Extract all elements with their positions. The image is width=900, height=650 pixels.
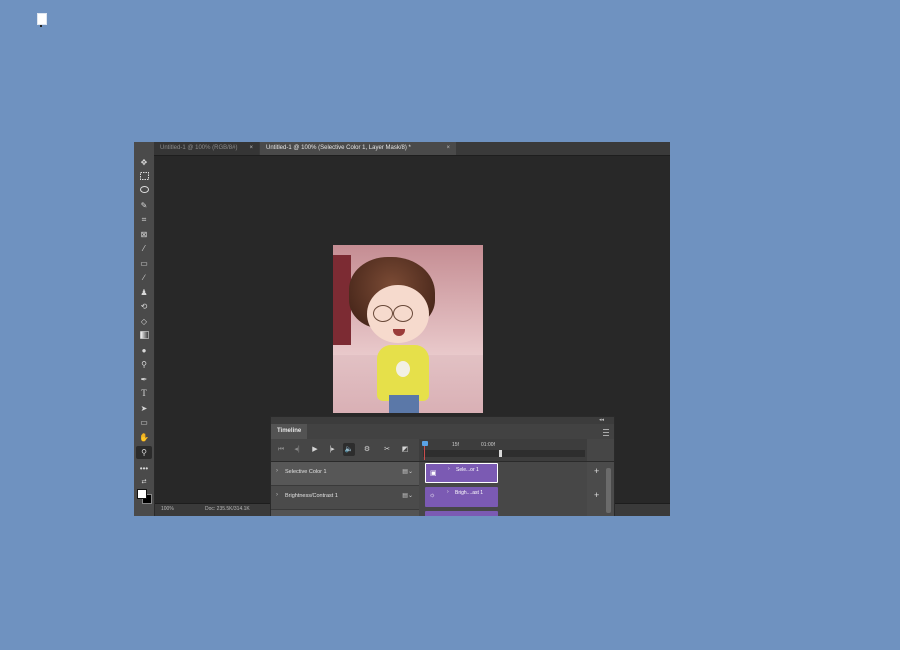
work-area-bar[interactable] — [423, 450, 585, 457]
collapse-icon[interactable]: ◂◂ — [599, 417, 604, 423]
clip-brightness-contrast[interactable]: ☼ › Brigh....ast 1 — [425, 487, 498, 507]
zoom-icon[interactable]: ⚲ — [136, 446, 152, 459]
crop-icon[interactable]: ⌗ — [136, 213, 152, 226]
add-media-icon[interactable]: + — [594, 490, 599, 500]
document-tabs: Untitled-1 @ 100% (RGB/8#) × Untitled-1 … — [154, 142, 670, 156]
adjustment-layer-icon: ▣ — [430, 470, 437, 477]
playhead-icon[interactable] — [422, 441, 428, 446]
quick-select-icon[interactable]: ✎ — [136, 199, 152, 212]
eyedropper-icon[interactable]: ⁄ — [136, 242, 152, 255]
document-image[interactable] — [333, 245, 483, 413]
clip-partial[interactable] — [425, 511, 498, 516]
add-media-icon[interactable]: + — [594, 466, 599, 476]
next-frame-icon[interactable]: |▸ — [326, 443, 338, 456]
move-icon[interactable]: ✥ — [136, 156, 152, 169]
film-strip-icon[interactable]: ▤⌄ — [402, 468, 413, 475]
ruler-mark-1s: 01:00f — [481, 442, 495, 448]
layer-name: Brightness/Contrast 1 — [285, 493, 338, 499]
playhead-line — [424, 446, 425, 460]
tab-label: Untitled-1 @ 100% (Selective Color 1, La… — [266, 145, 411, 151]
expand-chevron-icon[interactable]: › — [276, 468, 278, 474]
layer-row[interactable]: › Brightness/Contrast 1 ▤⌄ — [271, 486, 419, 510]
tab-untitled-selective-color[interactable]: Untitled-1 @ 100% (Selective Color 1, La… — [260, 142, 456, 155]
foreground-color-swatch[interactable] — [137, 489, 147, 499]
doc-size: Doc: 235.5K/314.1K — [205, 506, 250, 512]
photoshop-window: ✥ ✎ ⌗ ⊠ ⁄ ▭ ∕ ♟ ⟲ ◇ ● ⚲ ✒ T ➤ ▭ ✋ ⚲ ••• … — [134, 142, 670, 516]
ruler-side — [587, 439, 614, 462]
panel-header: ◂◂ — [271, 417, 614, 424]
layer-row[interactable]: › Selective Color 1 ▤⌄ — [271, 462, 419, 486]
zoom-level[interactable]: 100% — [161, 506, 174, 512]
clip-chevron-icon[interactable]: › — [447, 489, 449, 495]
history-brush-icon[interactable]: ⟲ — [136, 300, 152, 313]
gradient-icon[interactable] — [136, 329, 152, 342]
close-icon[interactable]: × — [446, 142, 450, 155]
ruler-mark-15f: 15f — [452, 442, 459, 448]
layer-name: Selective Color 1 — [285, 469, 327, 475]
previous-frame-icon[interactable]: ◂| — [291, 443, 303, 456]
first-frame-icon[interactable]: ⏮ — [275, 443, 287, 456]
playback-controls: ⏮ ◂| ▶ |▸ 🔈 ⚙ ✂ ◩ — [271, 439, 419, 462]
dodge-icon[interactable]: ⚲ — [136, 358, 152, 371]
transition-icon[interactable]: ◩ — [399, 443, 411, 456]
work-area-end-handle[interactable] — [499, 450, 502, 457]
blur-icon[interactable]: ● — [136, 344, 152, 357]
timeline-tabbar: Timeline — [271, 424, 614, 440]
film-strip-icon[interactable]: ▤⌄ — [402, 492, 413, 499]
pen-icon[interactable]: ✒ — [136, 373, 152, 386]
play-icon[interactable]: ▶ — [309, 443, 321, 456]
swap-colors-icon[interactable]: ⇄ — [136, 476, 152, 489]
expand-chevron-icon[interactable]: › — [276, 492, 278, 498]
healing-brush-icon[interactable]: ▭ — [136, 257, 152, 270]
tracks: ▣ › Sele...or 1 ☼ › Brigh....ast 1 — [419, 462, 587, 516]
type-icon[interactable]: T — [136, 387, 152, 400]
desktop-file-icon[interactable] — [37, 13, 47, 27]
clone-stamp-icon[interactable]: ♟ — [136, 286, 152, 299]
brightness-icon: ☼ — [429, 492, 436, 499]
clip-label: Sele...or 1 — [456, 467, 479, 473]
more-tools-icon[interactable]: ••• — [136, 462, 152, 475]
tab-timeline[interactable]: Timeline — [271, 424, 307, 439]
tab-untitled-rgb[interactable]: Untitled-1 @ 100% (RGB/8#) × — [154, 142, 259, 155]
close-icon[interactable]: × — [249, 142, 253, 155]
clip-chevron-icon[interactable]: › — [448, 466, 450, 472]
tools-panel: ✥ ✎ ⌗ ⊠ ⁄ ▭ ∕ ♟ ⟲ ◇ ● ⚲ ✒ T ➤ ▭ ✋ ⚲ ••• … — [134, 142, 155, 516]
settings-icon[interactable]: ⚙ — [361, 443, 373, 456]
timeline-panel: ◂◂ Timeline ⏮ ◂| ▶ |▸ 🔈 ⚙ ✂ ◩ 15f 01:00f… — [270, 416, 615, 516]
frame-icon[interactable]: ⊠ — [136, 228, 152, 241]
scrollbar[interactable] — [606, 468, 611, 513]
rectangle-icon[interactable]: ▭ — [136, 416, 152, 429]
tab-label: Untitled-1 @ 100% (RGB/8#) — [160, 145, 238, 151]
brush-icon[interactable]: ∕ — [136, 271, 152, 284]
marquee-icon[interactable] — [136, 170, 152, 183]
time-ruler[interactable]: 15f 01:00f — [419, 439, 587, 462]
split-icon[interactable]: ✂ — [381, 443, 393, 456]
clip-selective-color[interactable]: ▣ › Sele...or 1 — [425, 463, 498, 483]
audio-icon[interactable]: 🔈 — [343, 443, 355, 456]
eraser-icon[interactable]: ◇ — [136, 315, 152, 328]
hand-icon[interactable]: ✋ — [136, 431, 152, 444]
lasso-icon[interactable] — [136, 184, 152, 197]
panel-menu-icon[interactable] — [603, 429, 609, 436]
add-media-column: + + — [587, 462, 614, 516]
path-select-icon[interactable]: ➤ — [136, 402, 152, 415]
clip-label: Brigh....ast 1 — [455, 490, 484, 496]
